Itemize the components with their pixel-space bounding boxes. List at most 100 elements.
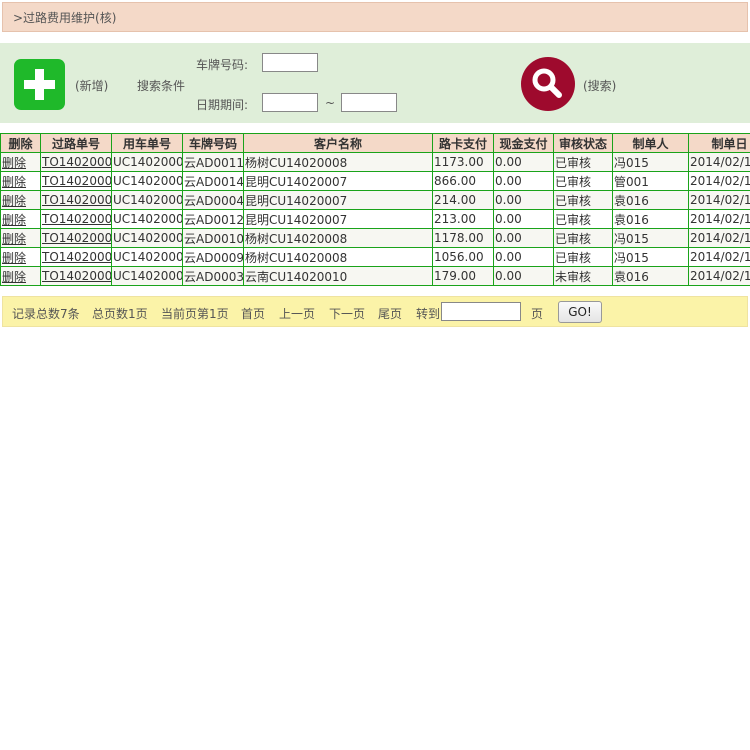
header-cash-payment[interactable]: 现金支付 <box>493 133 554 153</box>
delete-link[interactable]: 删除 <box>2 213 26 227</box>
created-date: 2014/02/13 <box>688 152 750 172</box>
creator: 冯015 <box>612 247 689 267</box>
delete-link[interactable]: 删除 <box>2 194 26 208</box>
created-date: 2014/02/13 <box>688 171 750 191</box>
delete-link[interactable]: 删除 <box>2 251 26 265</box>
prev-page-link[interactable]: 上一页 <box>279 305 315 322</box>
table-row: 删除 TO14020004 UC14020006 云AD0012 昆明CU140… <box>0 209 750 229</box>
search-label[interactable]: (搜索) <box>583 77 616 94</box>
customer-name: 杨树CU14020008 <box>243 152 433 172</box>
review-status: 已审核 <box>553 209 613 229</box>
plate-no: 云AD0012 <box>182 209 244 229</box>
vehicle-order-no: UC14020004 <box>111 228 183 248</box>
toll-no-link[interactable]: TO14020005 <box>42 231 111 245</box>
goto-page-input[interactable] <box>441 302 521 321</box>
card-payment: 1173.00 <box>432 152 494 172</box>
header-created-date[interactable]: 制单日 <box>688 133 750 153</box>
header-vehicle-order-no[interactable]: 用车单号 <box>111 133 183 153</box>
plate-no: 云AD0003 <box>182 266 244 286</box>
header-toll-no[interactable]: 过路单号 <box>40 133 112 153</box>
header-review-status[interactable]: 审核状态 <box>553 133 613 153</box>
card-payment: 866.00 <box>432 171 494 191</box>
toll-fee-grid: 删除 过路单号 用车单号 车牌号码 客户名称 路卡支付 现金支付 审核状态 制单… <box>0 133 750 287</box>
cash-payment: 0.00 <box>493 266 554 286</box>
header-plate-no[interactable]: 车牌号码 <box>182 133 244 153</box>
cash-payment: 0.00 <box>493 190 554 210</box>
table-row: 删除 TO14020002 UC14020002 云AD0014 昆明CU140… <box>0 171 750 191</box>
plate-number-input[interactable] <box>262 53 318 72</box>
cash-payment: 0.00 <box>493 247 554 267</box>
vehicle-order-no: UC14020007 <box>111 247 183 267</box>
date-range-separator: ~ <box>325 96 336 110</box>
plate-no: 云AD0004 <box>182 190 244 210</box>
card-payment: 1178.00 <box>432 228 494 248</box>
search-conditions-label: 搜索条件 <box>137 79 186 93</box>
review-status: 已审核 <box>553 247 613 267</box>
toll-no-link[interactable]: TO14020004 <box>42 212 111 226</box>
first-page-link[interactable]: 首页 <box>241 305 265 322</box>
header-card-payment[interactable]: 路卡支付 <box>432 133 494 153</box>
pagination-bar: 记录总数7条 总页数1页 当前页第1页 首页 上一页 下一页 尾页 转到 页 G… <box>2 296 748 327</box>
review-status: 已审核 <box>553 228 613 248</box>
card-payment: 1056.00 <box>432 247 494 267</box>
search-button[interactable] <box>521 57 575 111</box>
table-row: 删除 TO14020003 UC14020005 云AD0004 昆明CU140… <box>0 190 750 210</box>
customer-name: 昆明CU14020007 <box>243 171 433 191</box>
customer-name: 杨树CU14020008 <box>243 247 433 267</box>
vehicle-order-no: UC14020002 <box>111 171 183 191</box>
cash-payment: 0.00 <box>493 209 554 229</box>
add-button[interactable] <box>14 59 65 110</box>
review-status: 已审核 <box>553 152 613 172</box>
date-period-label: 日期期间: <box>196 98 249 112</box>
toll-no-link[interactable]: TO14020006 <box>42 250 111 264</box>
delete-link[interactable]: 删除 <box>2 270 26 284</box>
date-from-input[interactable] <box>262 93 318 112</box>
table-row: 删除 TO14020005 UC14020004 云AD0010 杨树CU140… <box>0 228 750 248</box>
header-delete[interactable]: 删除 <box>0 133 41 153</box>
plate-no: 云AD0014 <box>182 171 244 191</box>
customer-name: 云南CU14020010 <box>243 266 433 286</box>
table-body: 删除 TO14020001 UC14020003 云AD0011 杨树CU140… <box>0 152 750 286</box>
cash-payment: 0.00 <box>493 152 554 172</box>
goto-label: 转到 <box>416 307 441 321</box>
total-records: 记录总数7条 <box>12 307 80 321</box>
go-button[interactable]: GO! <box>558 301 602 323</box>
vehicle-order-no: UC14020003 <box>111 152 183 172</box>
table-row: 删除 TO14020001 UC14020003 云AD0011 杨树CU140… <box>0 152 750 172</box>
created-date: 2014/02/15 <box>688 228 750 248</box>
header-creator[interactable]: 制单人 <box>612 133 689 153</box>
delete-link[interactable]: 删除 <box>2 232 26 246</box>
delete-link[interactable]: 删除 <box>2 175 26 189</box>
review-status: 未审核 <box>553 266 613 286</box>
cash-payment: 0.00 <box>493 228 554 248</box>
vehicle-order-no: UC14020005 <box>111 190 183 210</box>
toll-no-link[interactable]: TO14020002 <box>42 174 111 188</box>
created-date: 2014/02/19 <box>688 266 750 286</box>
table-row: 删除 TO14020007 UC14020008 云AD0003 云南CU140… <box>0 266 750 286</box>
next-page-link[interactable]: 下一页 <box>329 305 365 322</box>
created-date: 2014/02/14 <box>688 190 750 210</box>
creator: 管001 <box>612 171 689 191</box>
plate-no: 云AD0009 <box>182 247 244 267</box>
magnifier-icon <box>532 68 562 98</box>
total-pages: 总页数1页 <box>92 307 148 321</box>
current-page: 当前页第1页 <box>161 307 229 321</box>
review-status: 已审核 <box>553 171 613 191</box>
toll-no-link[interactable]: TO14020001 <box>42 155 111 169</box>
toll-no-link[interactable]: TO14020007 <box>42 269 111 283</box>
customer-name: 昆明CU14020007 <box>243 209 433 229</box>
card-payment: 179.00 <box>432 266 494 286</box>
table-header-row: 删除 过路单号 用车单号 车牌号码 客户名称 路卡支付 现金支付 审核状态 制单… <box>0 133 750 153</box>
review-status: 已审核 <box>553 190 613 210</box>
last-page-link[interactable]: 尾页 <box>378 305 402 322</box>
search-toolbar: (新增) 搜索条件 车牌号码: 日期期间: ~ (搜索) <box>0 43 750 123</box>
cash-payment: 0.00 <box>493 171 554 191</box>
creator: 袁016 <box>612 190 689 210</box>
toll-no-link[interactable]: TO14020003 <box>42 193 111 207</box>
delete-link[interactable]: 删除 <box>2 156 26 170</box>
date-to-input[interactable] <box>341 93 397 112</box>
header-customer-name[interactable]: 客户名称 <box>243 133 433 153</box>
table-row: 删除 TO14020006 UC14020007 云AD0009 杨树CU140… <box>0 247 750 267</box>
creator: 冯015 <box>612 152 689 172</box>
add-label[interactable]: (新增) <box>75 77 108 94</box>
